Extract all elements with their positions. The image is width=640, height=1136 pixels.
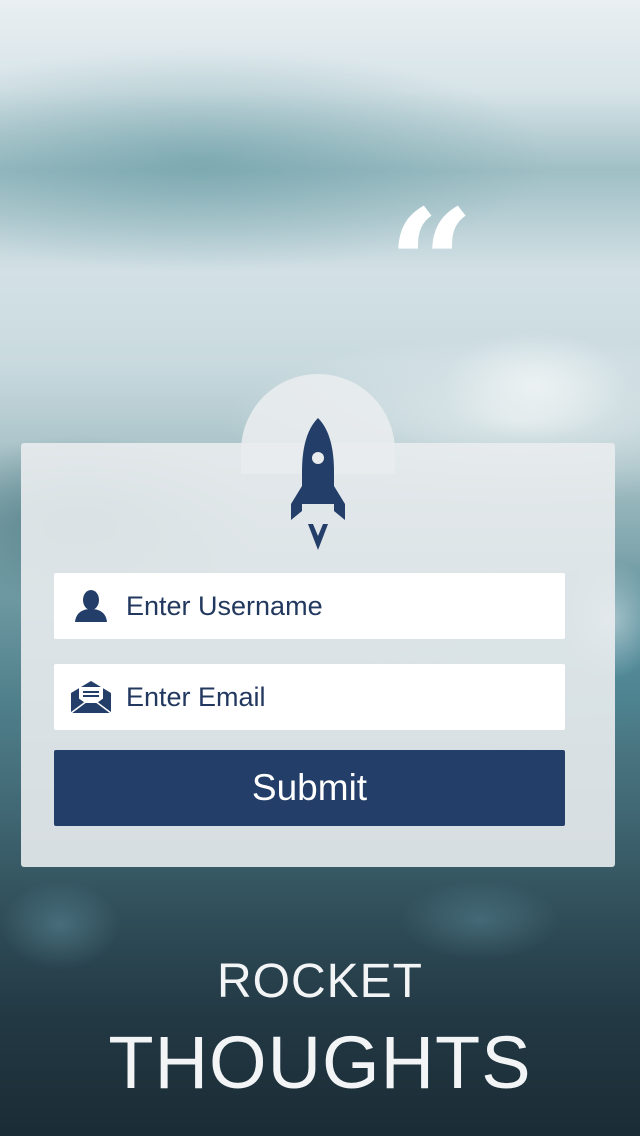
brand-title-line2: THOUGHTS bbox=[108, 1021, 532, 1104]
background-bokeh bbox=[440, 330, 630, 440]
rocket-icon bbox=[291, 418, 345, 550]
email-input[interactable] bbox=[126, 664, 546, 730]
username-input[interactable] bbox=[126, 573, 546, 639]
background-bokeh bbox=[400, 880, 560, 960]
brand-title-line1: ROCKET bbox=[216, 955, 423, 1008]
user-icon bbox=[54, 573, 126, 639]
login-screen: { "hero": { "quote_glyph": "\u201c" }, "… bbox=[0, 0, 640, 1136]
quote-icon: “ bbox=[388, 177, 474, 353]
submit-button[interactable]: Submit bbox=[54, 750, 565, 826]
envelope-icon bbox=[54, 664, 126, 730]
email-field[interactable] bbox=[54, 664, 565, 730]
username-field[interactable] bbox=[54, 573, 565, 639]
